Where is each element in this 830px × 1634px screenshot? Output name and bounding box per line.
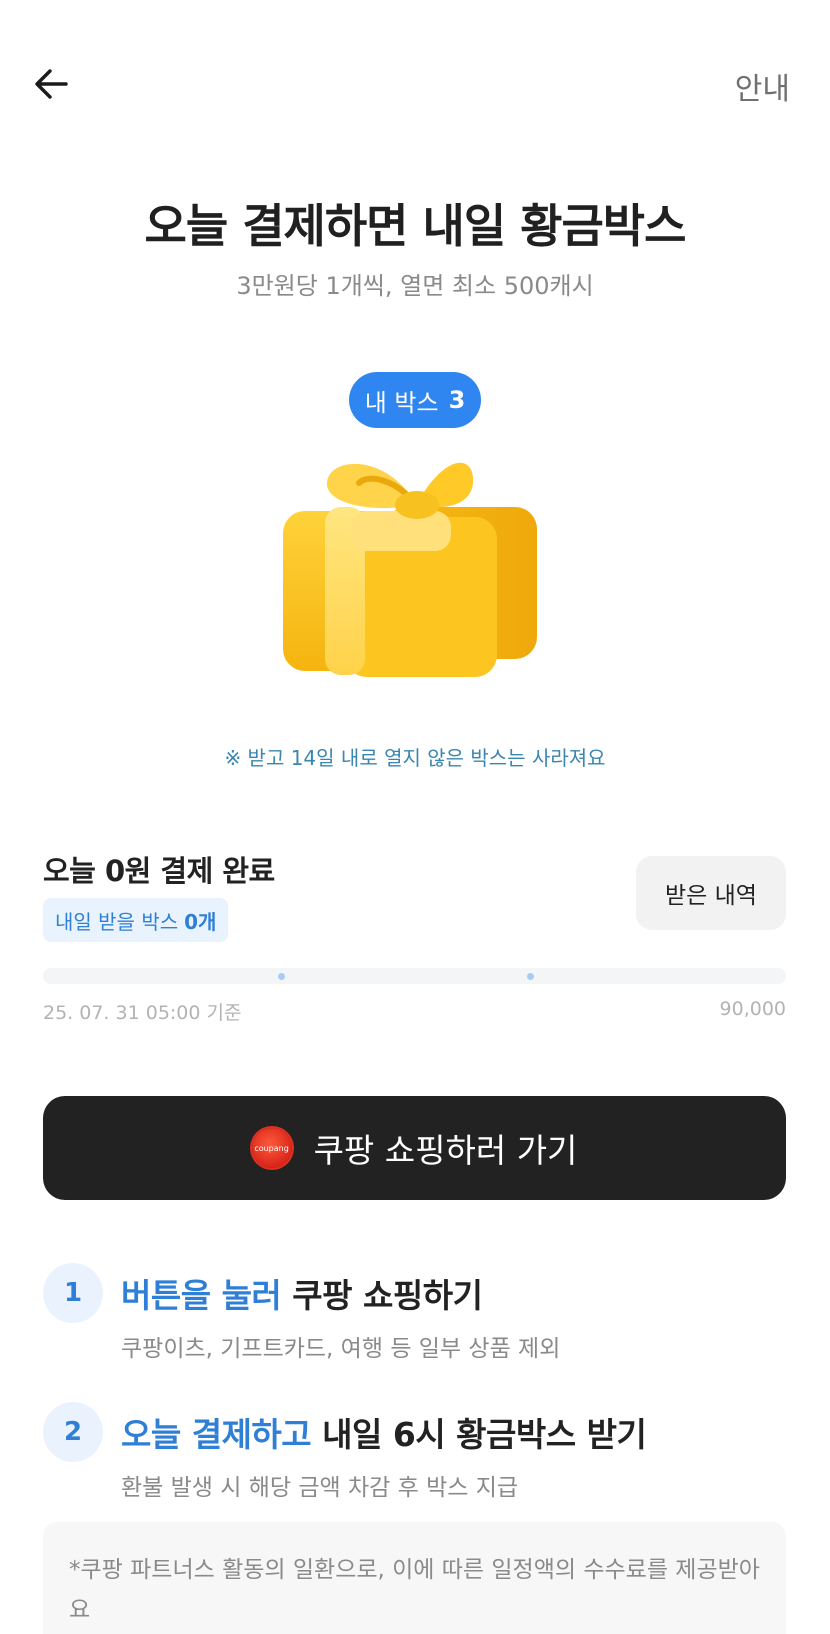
my-box-badge: 내 박스 3 <box>349 372 481 428</box>
payment-progress-bar <box>43 968 786 984</box>
partners-footnote: *쿠팡 파트너스 활동의 일환으로, 이에 따른 일정액의 수수료를 제공받아요 <box>43 1522 786 1634</box>
progress-timestamp: 25. 07. 31 05:00 기준 <box>43 1002 242 1024</box>
my-box-label: 내 박스 <box>364 388 439 417</box>
header: 안내 <box>0 0 830 170</box>
coupang-shopping-button[interactable]: coupang 쿠팡 쇼핑하러 가기 <box>43 1096 786 1200</box>
step-description: 쿠팡이츠, 기프트카드, 여행 등 일부 상품 제외 <box>121 1336 561 1362</box>
tomorrow-box-badge: 내일 받을 박스 0개 <box>43 898 229 942</box>
tomorrow-box-label: 내일 받을 박스 <box>55 909 179 934</box>
page-title: 오늘 결제하면 내일 황금박스 <box>144 199 687 253</box>
step-title-rest: 내일 6시 황금박스 받기 <box>311 1415 647 1454</box>
received-history-button[interactable]: 받은 내역 <box>636 856 786 930</box>
gift-box-icon[interactable] <box>265 455 565 695</box>
coupang-logo-icon: coupang <box>251 1128 292 1168</box>
progress-marker <box>527 973 534 980</box>
tomorrow-box-count: 0개 <box>184 909 217 934</box>
arrow-left-icon <box>35 69 68 99</box>
info-link[interactable]: 안내 <box>735 64 790 108</box>
back-button[interactable] <box>30 62 74 106</box>
step-title-rest: 쿠팡 쇼핑하기 <box>281 1276 483 1315</box>
step-number: 2 <box>43 1402 103 1462</box>
step-title-highlight: 버튼을 눌러 <box>121 1276 282 1315</box>
step-title-highlight: 오늘 결제하고 <box>121 1415 312 1454</box>
progress-max-amount: 90,000 <box>719 998 786 1020</box>
step-description: 환불 발생 시 해당 금액 차감 후 박스 지급 <box>121 1475 519 1501</box>
my-box-count: 3 <box>448 386 466 414</box>
payment-status-title: 오늘 0원 결제 완료 <box>43 854 275 888</box>
step-title: 버튼을 눌러 쿠팡 쇼핑하기 <box>121 1269 483 1317</box>
step-number: 1 <box>43 1263 103 1323</box>
page-subtitle: 3만원당 1개씩, 열면 최소 500캐시 <box>236 272 594 300</box>
progress-marker <box>278 973 285 980</box>
expiry-notice: ※ 받고 14일 내로 열지 않은 박스는 사라져요 <box>224 746 606 770</box>
coupang-shopping-label: 쿠팡 쇼핑하러 가기 <box>313 1131 578 1170</box>
step-title: 오늘 결제하고 내일 6시 황금박스 받기 <box>121 1408 647 1456</box>
